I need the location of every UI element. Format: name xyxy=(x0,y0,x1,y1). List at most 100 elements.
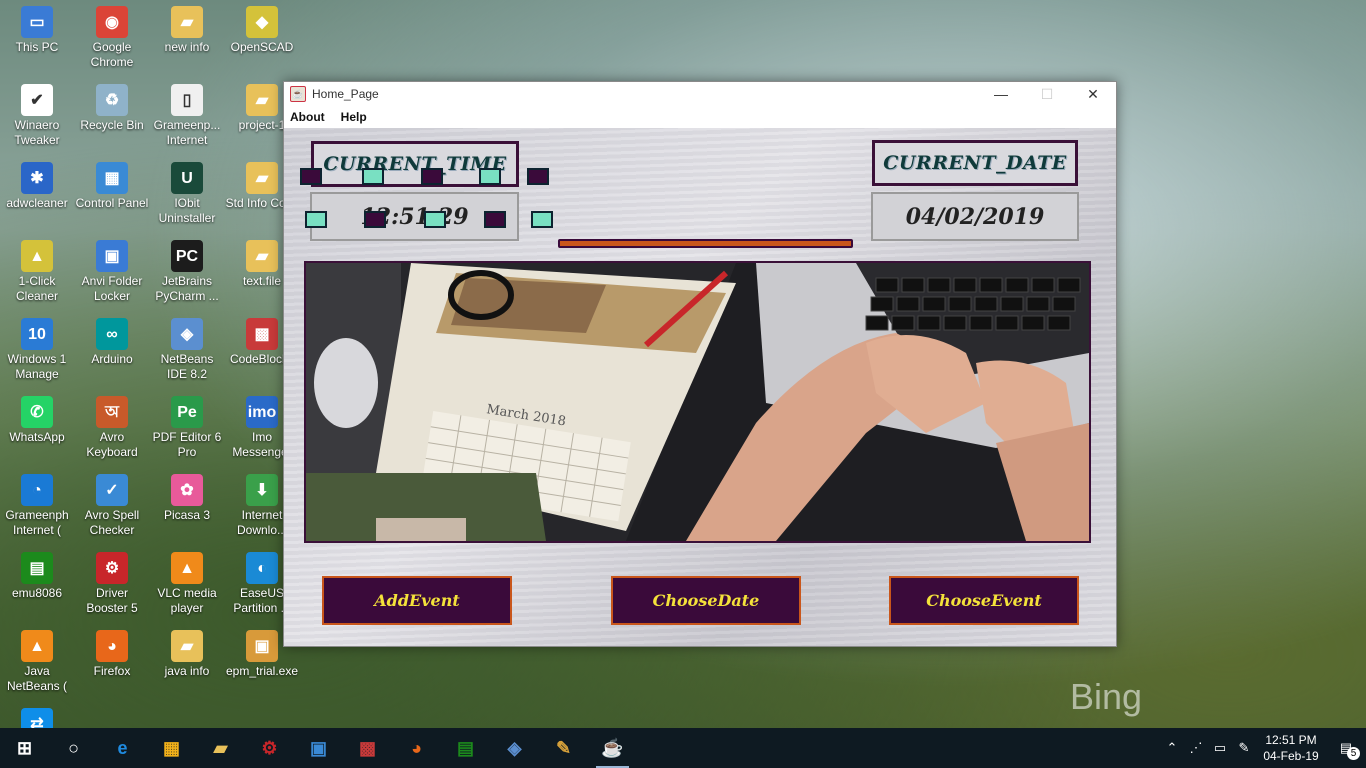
java-app-icon-glyph: ☕ xyxy=(601,737,624,758)
desktop-icon[interactable]: ◔ Grameenph Internet ( xyxy=(0,470,75,538)
choose-date-button[interactable]: ChooseDate xyxy=(611,576,801,625)
desktop-icon-label: This PC xyxy=(15,40,59,54)
desktop-icon[interactable]: ◉ Google Chrome xyxy=(74,2,150,70)
driver-booster-icon[interactable]: ⚙ xyxy=(245,728,294,768)
desktop-icon-label: emu8086 xyxy=(11,586,63,600)
desktop-icon[interactable]: PC JetBrains PyCharm ... xyxy=(149,236,225,304)
taskbar: ⊞ ○ e ▦ ▰ ⚙ ▣ ▩ ◕ ▤ ◈ ✎ ☕ ⌃ ⋰ ▭ ✎ 12:51 PM 04-Feb-19… xyxy=(0,728,1366,768)
desktop-icon-label: Avro Keyboard xyxy=(86,430,138,459)
add-event-button[interactable]: AddEvent xyxy=(322,576,512,625)
desktop-icon-label: Picasa 3 xyxy=(163,508,211,522)
decorative-square xyxy=(424,211,446,228)
desktop-app-icon: ✱ xyxy=(21,162,53,194)
desktop-icon[interactable]: ▣ Anvi Folder Locker xyxy=(74,236,150,304)
desktop-icon-label: Google Chrome xyxy=(90,40,134,69)
decorative-square xyxy=(364,211,386,228)
clock-time: 12:51 PM xyxy=(1265,733,1317,747)
desktop-app-icon: ▲ xyxy=(171,552,203,584)
codeblocks-icon-glyph: ▩ xyxy=(358,737,376,758)
start-icon[interactable]: ⊞ xyxy=(0,728,49,768)
codeblocks-icon[interactable]: ▩ xyxy=(343,728,392,768)
tray-chevron-icon[interactable]: ⌃ xyxy=(1160,740,1184,756)
taskbar-clock[interactable]: 12:51 PM 04-Feb-19 xyxy=(1256,732,1326,764)
desktop-app-icon: imo xyxy=(246,396,278,428)
desktop-icon[interactable]: ▲ VLC media player xyxy=(149,548,225,616)
desktop-icon[interactable]: ✿ Picasa 3 xyxy=(149,470,225,523)
desktop-icon[interactable]: ◆ OpenSCAD xyxy=(224,2,300,55)
netbeans-icon[interactable]: ◈ xyxy=(490,728,539,768)
desktop-icon-label: 1-Click Cleaner xyxy=(15,274,59,303)
desktop-icon[interactable]: ▲ Java NetBeans ( xyxy=(0,626,75,694)
emu8086-icon[interactable]: ▤ xyxy=(441,728,490,768)
desktop-icon-label: JetBrains PyCharm ... xyxy=(155,274,219,303)
control-panel-icon[interactable]: ▣ xyxy=(294,728,343,768)
desktop-icon[interactable]: ▦ Control Panel xyxy=(74,158,150,211)
cortana-icon[interactable]: ○ xyxy=(49,728,98,768)
java-app-icon[interactable]: ☕ xyxy=(588,728,637,768)
desktop-icon[interactable]: ✔ Winaero Tweaker xyxy=(0,80,75,148)
desktop-app-icon: PC xyxy=(171,240,203,272)
desktop-app-icon: ▩ xyxy=(246,318,278,350)
menu-bar: About Help xyxy=(284,106,1116,128)
window-titlebar[interactable]: ☕ Home_Page — ☐ ✕ xyxy=(284,82,1116,106)
desktop-icon[interactable]: U IObit Uninstaller xyxy=(149,158,225,226)
store-icon[interactable]: ▦ xyxy=(147,728,196,768)
desktop-icon[interactable]: ▤ emu8086 xyxy=(0,548,75,601)
paint-icon[interactable]: ✎ xyxy=(539,728,588,768)
desktop-icon[interactable]: ✱ adwcleaner xyxy=(0,158,75,211)
close-button[interactable]: ✕ xyxy=(1070,82,1116,106)
pen-icon[interactable]: ✎ xyxy=(1232,740,1256,756)
minimize-button[interactable]: — xyxy=(978,82,1024,106)
firefox-icon[interactable]: ◕ xyxy=(392,728,441,768)
network-icon[interactable]: ⋰ xyxy=(1184,740,1208,756)
desktop-app-icon: ▲ xyxy=(21,240,53,272)
choose-event-button[interactable]: ChooseEvent xyxy=(889,576,1079,625)
store-icon-glyph: ▦ xyxy=(162,737,180,758)
control-panel-icon-glyph: ▣ xyxy=(309,737,327,758)
desktop-app-icon: ▦ xyxy=(96,162,128,194)
desktop-icon[interactable]: ✆ WhatsApp xyxy=(0,392,75,445)
desktop-icon[interactable]: ◈ NetBeans IDE 8.2 xyxy=(149,314,225,382)
decorative-square xyxy=(531,211,553,228)
menu-help[interactable]: Help xyxy=(341,110,367,124)
desktop-app-icon: ♻ xyxy=(96,84,128,116)
desktop-app-icon: ⬇ xyxy=(246,474,278,506)
desktop-app-icon: ▰ xyxy=(246,240,278,272)
desktop-icon[interactable]: Pe PDF Editor 6 Pro xyxy=(149,392,225,460)
file-explorer-icon-glyph: ▰ xyxy=(213,737,228,758)
desktop-icon-label: Anvi Folder Locker xyxy=(81,274,143,303)
desktop-icon[interactable]: ▲ 1-Click Cleaner xyxy=(0,236,75,304)
desktop-icon[interactable]: ▯ Grameenp... Internet xyxy=(149,80,225,148)
menu-about[interactable]: About xyxy=(290,110,325,124)
desktop-icon[interactable]: ⚙ Driver Booster 5 xyxy=(74,548,150,616)
desktop-icon[interactable]: ✓ Avro Spell Checker xyxy=(74,470,150,538)
desktop-icon-label: Firefox xyxy=(93,664,131,678)
desktop-icon[interactable]: ◕ Firefox xyxy=(74,626,150,679)
desktop-icon[interactable]: অ Avro Keyboard xyxy=(74,392,150,460)
notifications-icon[interactable]: ▤ 5 xyxy=(1326,740,1366,760)
desktop-icon[interactable]: 10 Windows 1 Manage xyxy=(0,314,75,382)
desk-laptop-photo: March 2018 xyxy=(304,261,1091,543)
taskbar-apps: ⊞ ○ e ▦ ▰ ⚙ ▣ ▩ ◕ ▤ ◈ ✎ ☕ xyxy=(0,728,637,768)
desktop-icon-label: Grameenp... Internet xyxy=(153,118,221,147)
desktop-icon[interactable]: ▰ new info xyxy=(149,2,225,55)
edge-icon[interactable]: e xyxy=(98,728,147,768)
desktop-app-icon: 10 xyxy=(21,318,53,350)
desktop-app-icon: ◆ xyxy=(246,6,278,38)
maximize-button[interactable]: ☐ xyxy=(1024,82,1070,106)
desktop-icon-label: WhatsApp xyxy=(9,430,65,444)
desktop-icon[interactable]: ▰ java info xyxy=(149,626,225,679)
driver-booster-icon-glyph: ⚙ xyxy=(261,737,278,758)
decorative-square xyxy=(362,168,384,185)
desktop-icon-label: Java NetBeans ( xyxy=(6,664,68,693)
battery-icon[interactable]: ▭ xyxy=(1208,740,1232,756)
desktop-app-icon: ✿ xyxy=(171,474,203,506)
desktop-icon[interactable]: ∞ Arduino xyxy=(74,314,150,367)
desktop-app-icon: ▣ xyxy=(246,630,278,662)
desktop-app-icon: ✓ xyxy=(96,474,128,506)
desktop-icon[interactable]: ♻ Recycle Bin xyxy=(74,80,150,133)
desktop-app-icon: U xyxy=(171,162,203,194)
desktop-icon[interactable]: ▭ This PC xyxy=(0,2,75,55)
file-explorer-icon[interactable]: ▰ xyxy=(196,728,245,768)
home-page-window: ☕ Home_Page — ☐ ✕ About Help CURRENT_TIM… xyxy=(283,81,1117,647)
